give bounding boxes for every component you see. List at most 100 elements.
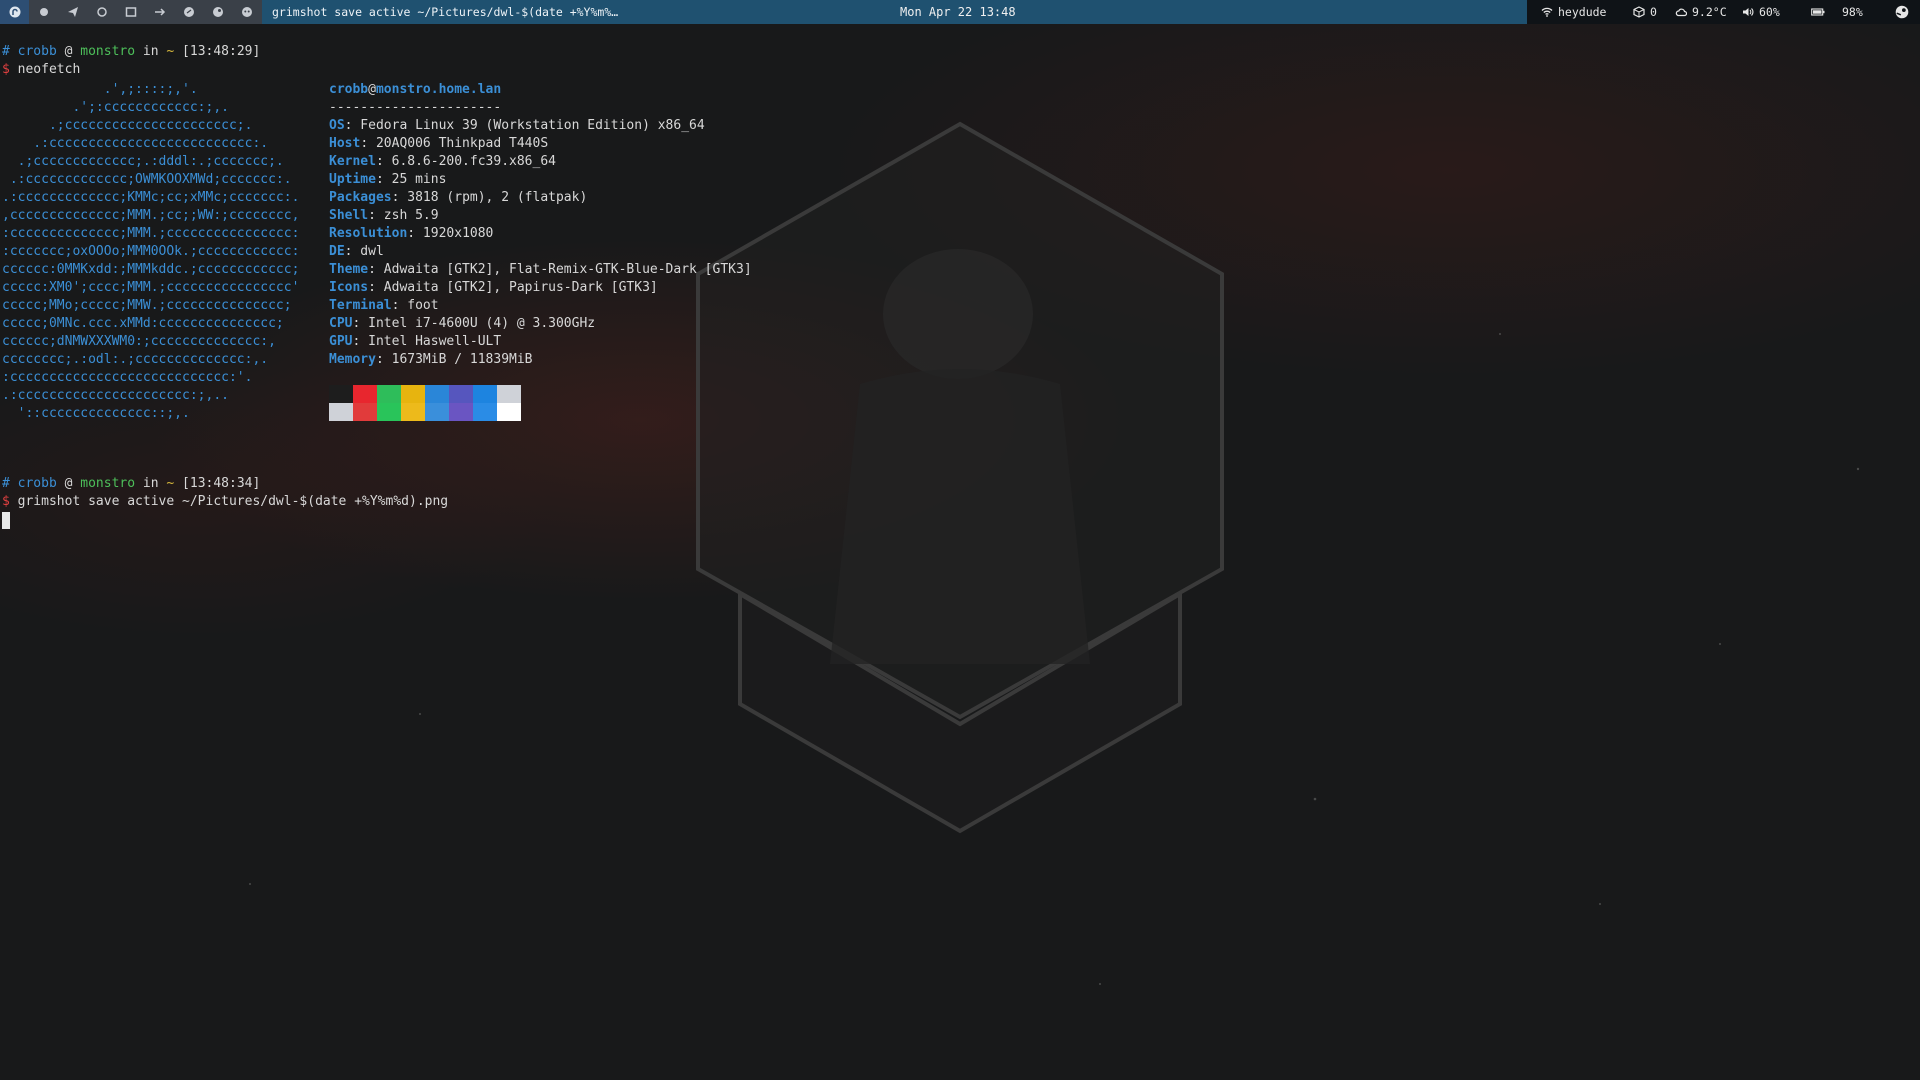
prompt-user: crobb [17,44,57,59]
cloud-icon [1675,8,1687,17]
info-value: : zsh 5.9 [368,208,439,223]
tag-6[interactable] [145,0,174,24]
swatch-bright [401,403,425,421]
workspace-tags [0,0,262,24]
info-value: : 25 mins [375,172,447,187]
volume-level: 60% [1759,5,1780,19]
info-key: Memory [329,352,376,367]
neofetch-info: crobb@monstro.home.lan -----------------… [329,81,752,369]
battery-status[interactable]: 98% [1811,0,1863,24]
tag-2[interactable] [29,0,58,24]
ascii-line: :cccccccccccccccccccccccccccc:'. [2,370,253,385]
swatch-bright [497,403,521,421]
info-host: monstro.home.lan [375,82,502,97]
color-palette [329,385,521,421]
info-row: Host: 20AQ006 Thinkpad T440S [329,135,752,153]
info-key: Shell [329,208,369,223]
info-title: crobb@monstro.home.lan [329,81,752,99]
info-value: : 3818 (rpm), 2 (flatpak) [391,190,588,205]
package-icon [1633,6,1645,18]
battery-level: 98% [1842,5,1863,19]
ascii-line: .;cccccccccccccccccccccc;. [2,118,253,133]
steam-icon [212,7,223,17]
info-row: Terminal: foot [329,297,752,315]
arrow-icon [154,8,165,16]
updates-count: 0 [1650,5,1657,19]
ascii-line: ,cccccccccccccc;MMM.;cc;;WW:;cccccccc, [2,208,300,223]
tag-3[interactable] [58,0,87,24]
ascii-line: cccccccc;.:odl:.;cccccccccccccc:,. [2,352,269,367]
info-value: : Intel Haswell-ULT [352,334,502,349]
swatch-bright [449,403,473,421]
info-row: Uptime: 25 mins [329,171,752,189]
info-rows: OS: Fedora Linux 39 (Workstation Edition… [329,117,752,369]
info-key: Icons [329,280,369,295]
swatch-normal [449,385,473,403]
mask-icon [241,7,252,17]
tag-9[interactable] [232,0,261,24]
info-row: GPU: Intel Haswell-ULT [329,333,752,351]
color-swatch [425,385,449,421]
prompt-line-2: # crobb @ monstro in ~ [13:48:34] [2,475,260,493]
info-row: DE: dwl [329,243,752,261]
updates-status[interactable]: 0 [1633,0,1657,24]
power-icon [1895,5,1909,19]
info-key: OS [329,118,345,133]
info-key: Kernel [329,154,376,169]
color-swatch [329,385,353,421]
weather-status[interactable]: 9.2°C [1675,0,1727,24]
info-row: Kernel: 6.8.6-200.fc39.x86_64 [329,153,752,171]
prompt-hash: # [2,476,10,491]
prompt-symbol: $ [2,62,10,77]
swatch-bright [329,403,353,421]
color-swatch [473,385,497,421]
send-icon [67,7,78,17]
swatch-normal [329,385,353,403]
prompt-time: [13:48:34] [182,476,261,491]
ascii-line: .',;::::;,'. [2,82,198,97]
tag-4[interactable] [87,0,116,24]
circle-icon [96,7,107,17]
fedora-ascii-logo: .',;::::;,'. .';:cccccccccccc:;,. .;cccc… [2,81,299,423]
prompt-at: @ [64,476,73,491]
clock[interactable]: Mon Apr 22 13:48 [900,0,1016,24]
ascii-line: ccccc;0MNc.ccc.xMMd:ccccccccccccccc; [2,316,284,331]
chat-icon [183,7,194,17]
prompt-dir: ~ [166,44,175,59]
info-key: Resolution [329,226,408,241]
ascii-line: .:ccccccccccccc;KMMc;cc;xMMc;ccccccc:. [2,190,300,205]
volume-status[interactable]: 60% [1742,0,1780,24]
ascii-line: :cccccccccccccc;MMM.;cccccccccccccccc: [2,226,300,241]
prompt-dir: ~ [166,476,175,491]
info-key: GPU [329,334,353,349]
tag-5[interactable] [116,0,145,24]
terminal-cursor[interactable] [2,512,10,529]
command-line-2: $ grimshot save active ~/Pictures/dwl-$(… [2,493,448,511]
info-row: Memory: 1673MiB / 11839MiB [329,351,752,369]
info-key: CPU [329,316,353,331]
prompt-hash: # [2,44,10,59]
swatch-normal [353,385,377,403]
swatch-normal [473,385,497,403]
info-separator: ---------------------- [329,100,502,115]
prompt-user: crobb [17,476,57,491]
top-bar: grimshot save active ~/Pictures/dwl-$(da… [0,0,1920,24]
prompt-at: @ [64,44,73,59]
battery-icon [1811,8,1825,16]
info-value: : Adwaita [GTK2], Papirus-Dark [GTK3] [368,280,658,295]
tag-1[interactable] [0,0,29,24]
ascii-line: cccccc:0MMKxdd:;MMMkddc.;cccccccccccc; [2,262,300,277]
ascii-line: .;ccccccccccccc;.:dddl:.;ccccccc;. [2,154,284,169]
wifi-status[interactable]: heydude [1541,0,1606,24]
command-text: grimshot save active ~/Pictures/dwl-$(da… [17,494,449,509]
info-row: OS: Fedora Linux 39 (Workstation Edition… [329,117,752,135]
tag-7[interactable] [174,0,203,24]
power-button[interactable] [1895,0,1909,24]
ascii-line: :ccccccc;oxOOOo;MMM0OOk.;cccccccccccc: [2,244,300,259]
window-icon [125,7,136,17]
prompt-in: in [142,44,159,59]
info-row: Theme: Adwaita [GTK2], Flat-Remix-GTK-Bl… [329,261,752,279]
info-row: CPU: Intel i7-4600U (4) @ 3.300GHz [329,315,752,333]
tag-8[interactable] [203,0,232,24]
prompt-time: [13:48:29] [182,44,261,59]
